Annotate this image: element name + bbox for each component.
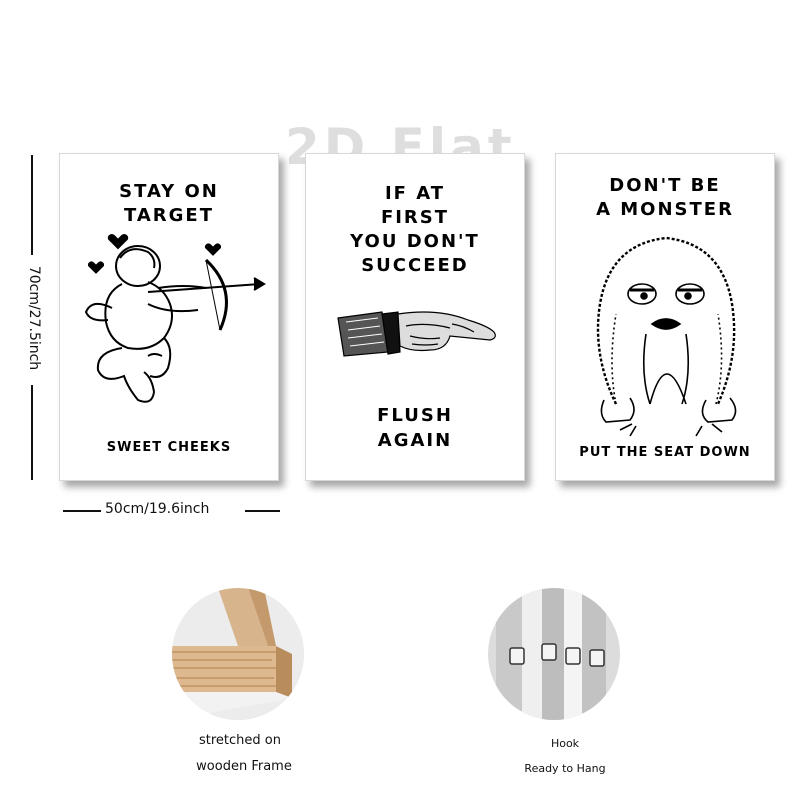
poster-title-line: TARGET <box>123 205 215 226</box>
poster-title-line: FIRST <box>380 207 450 228</box>
height-dimension-line-bottom <box>31 385 33 480</box>
monster-icon <box>596 236 737 437</box>
height-dimension-line-top <box>31 155 33 255</box>
hook-caption-line: Hook <box>550 737 580 750</box>
poster-subtitle: PUT THE SEAT DOWN <box>579 445 751 460</box>
width-dimension-label: 50cm/19.6inch <box>105 501 210 517</box>
wooden-frame-icon <box>172 588 304 720</box>
height-dimension-label: 70cm/27.5inch <box>26 265 42 371</box>
width-dimension-line-right <box>245 510 280 512</box>
poster-title-line: A MONSTER <box>596 199 734 220</box>
width-dimension-line-left <box>63 510 101 512</box>
poster-title-line: SUCCEED <box>361 255 469 276</box>
poster-flush-again: IF AT FIRST YOU DON'T SUCCEED FLUSH AGAI… <box>305 153 525 481</box>
poster-subtitle: SWEET CHEEKS <box>106 440 232 455</box>
poster-title-line: STAY ON <box>119 181 219 202</box>
poster-subtitle-line: AGAIN <box>377 430 453 451</box>
hook-caption-line: Ready to Hang <box>524 762 606 775</box>
hook-icon <box>488 588 620 720</box>
poster-dont-be-a-monster: DON'T BE A MONSTER PUT THE SEAT DOWN <box>555 153 775 481</box>
frame-caption-line: wooden Frame <box>196 759 292 774</box>
cupid-icon <box>84 234 266 403</box>
frame-caption-line: stretched on <box>199 733 281 748</box>
poster-title-line: DON'T BE <box>609 175 721 196</box>
poster-subtitle-line: FLUSH <box>377 405 453 426</box>
poster-stay-on-target: STAY ON TARGET SWEET CHEEKS <box>59 153 279 481</box>
pointing-hand-icon <box>337 311 496 357</box>
poster-title-line: IF AT <box>384 183 446 204</box>
poster-title-line: YOU DON'T <box>350 231 480 252</box>
